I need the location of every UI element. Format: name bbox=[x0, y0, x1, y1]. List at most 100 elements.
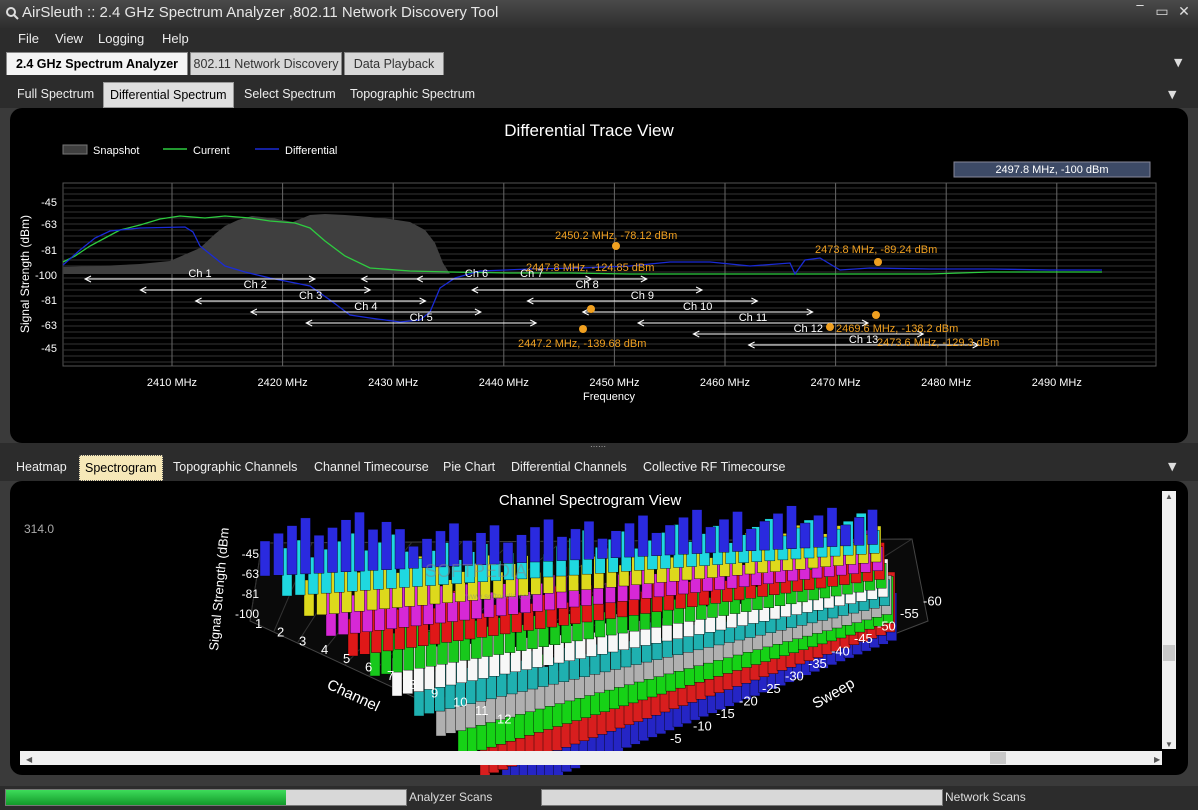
network-scans-label: Network Scans bbox=[945, 790, 1026, 804]
legend-differential: Differential bbox=[285, 145, 337, 157]
channel-tick-label: 4 bbox=[321, 642, 328, 657]
tab-spectrum-analyzer[interactable]: 2.4 GHz Spectrum Analyzer bbox=[6, 52, 188, 75]
channel-label: Ch 13 bbox=[849, 334, 878, 346]
sweep-tick-label: -55 bbox=[900, 606, 919, 621]
spectrogram-bar bbox=[543, 643, 554, 666]
channel-tick-label: 5 bbox=[343, 651, 350, 666]
spectrogram-sweep-axis-label: Sweep bbox=[810, 675, 858, 713]
tab-collective-rf-timecourse[interactable]: Collective RF Timecourse bbox=[638, 455, 790, 479]
x-tick-label: 2440 MHz bbox=[479, 377, 529, 389]
y-tick-label: -45 bbox=[41, 197, 57, 209]
spectrogram-bar bbox=[574, 675, 585, 699]
scroll-down-icon[interactable]: ▼ bbox=[1165, 740, 1173, 749]
maximize-button[interactable]: ▭ bbox=[1152, 4, 1172, 20]
channel-tick-label: 11 bbox=[475, 703, 489, 718]
tab-network-discovery[interactable]: 802.11 Network Discovery bbox=[190, 52, 342, 75]
tab-differential-channels[interactable]: Differential Channels bbox=[506, 455, 632, 479]
y-tick-label: -45 bbox=[41, 343, 57, 355]
marker-label: 2447.8 MHz, -124.85 dBm bbox=[526, 262, 654, 274]
spectrogram-value: 314.0 bbox=[24, 522, 54, 536]
scroll-left-icon[interactable]: ◀ bbox=[26, 755, 33, 764]
vertical-scrollbar-thumb[interactable] bbox=[1163, 645, 1175, 661]
trace-y-axis-label: Signal Strength (dBm) bbox=[18, 215, 32, 333]
spectrogram-channel-axis-label: Channel bbox=[324, 676, 382, 715]
spectrogram-bar bbox=[475, 532, 487, 565]
scroll-up-icon[interactable]: ▲ bbox=[1165, 492, 1173, 501]
spectrogram-bar bbox=[772, 513, 784, 550]
sweep-tick-label: -45 bbox=[854, 631, 873, 646]
scroll-right-icon[interactable]: ▶ bbox=[1154, 755, 1161, 764]
marker-label: 2450.2 MHz, -78.12 dBm bbox=[555, 230, 677, 242]
horizontal-scrollbar-thumb[interactable] bbox=[990, 752, 1006, 764]
sweep-tick-label: -20 bbox=[739, 694, 758, 709]
marker-label: 2473.6 MHz, -129.3 dBm bbox=[877, 337, 999, 349]
chevron-down-icon[interactable]: ▼ bbox=[1168, 460, 1176, 473]
channel-label: Ch 10 bbox=[683, 301, 712, 313]
menu-file[interactable]: File bbox=[18, 31, 39, 46]
marker-label: 2447.2 MHz, -139.68 dBm bbox=[518, 338, 646, 350]
spectrogram-bar bbox=[367, 529, 379, 571]
spectrogram-bar bbox=[583, 521, 595, 560]
tab-spectrogram[interactable]: Spectrogram bbox=[79, 455, 163, 481]
spectrogram-bar bbox=[273, 533, 284, 576]
spectrogram-bar bbox=[394, 528, 406, 570]
channel-tick-label: 6 bbox=[365, 660, 372, 675]
legend-snapshot: Snapshot bbox=[93, 145, 139, 157]
trace-x-axis-label: Frequency bbox=[583, 391, 635, 403]
spectrogram-bar bbox=[300, 517, 311, 575]
sweep-tick-label: -40 bbox=[831, 644, 850, 659]
sweep-tick-label: -25 bbox=[762, 681, 781, 696]
x-tick-label: 2420 MHz bbox=[258, 377, 308, 389]
sweep-tick-label: -15 bbox=[716, 706, 735, 721]
spectrogram-z-axis-label: Signal Strength (dBm bbox=[206, 527, 232, 651]
spectrogram-bar bbox=[718, 519, 730, 553]
x-tick-label: 2470 MHz bbox=[811, 377, 861, 389]
minimize-button[interactable]: ‾ bbox=[1130, 4, 1150, 20]
tab-topographic-channels[interactable]: Topographic Channels bbox=[168, 455, 302, 479]
menu-logging[interactable]: Logging bbox=[98, 31, 144, 46]
spectrogram-bar bbox=[313, 535, 325, 574]
channel-label: Ch 12 bbox=[794, 323, 823, 335]
y-tick-label: -81 bbox=[41, 295, 57, 307]
vertical-scrollbar[interactable] bbox=[1162, 491, 1176, 749]
spectrogram-bar bbox=[597, 538, 608, 559]
tab-heatmap[interactable]: Heatmap bbox=[11, 455, 72, 479]
tab-full-spectrum[interactable]: Full Spectrum bbox=[11, 82, 100, 106]
chevron-down-icon[interactable]: ▼ bbox=[1174, 56, 1182, 69]
spectrogram-bar bbox=[511, 611, 522, 633]
tab-pie-chart[interactable]: Pie Chart bbox=[438, 455, 500, 479]
sweep-tick-label: -30 bbox=[785, 669, 804, 684]
chevron-down-icon[interactable]: ▼ bbox=[1168, 88, 1176, 101]
marker-point[interactable] bbox=[826, 323, 834, 331]
y-tick-label: -81 bbox=[41, 245, 57, 257]
channel-label: Ch 9 bbox=[631, 290, 654, 302]
differential-trace-chart[interactable]: Differential Trace View Snapshot Current… bbox=[10, 108, 1188, 443]
marker-point[interactable] bbox=[874, 258, 882, 266]
marker-point[interactable] bbox=[587, 305, 595, 313]
spectrogram-bar bbox=[813, 515, 824, 548]
marker-point[interactable] bbox=[872, 311, 880, 319]
close-button[interactable]: ✕ bbox=[1174, 4, 1194, 20]
marker-point[interactable] bbox=[579, 325, 587, 333]
channel-spectrogram-chart[interactable]: Channel Spectrogram View 314.0 SOFTPEDIA… bbox=[10, 481, 1188, 775]
spectrogram-bar bbox=[381, 521, 392, 570]
snapshot-legend-swatch bbox=[62, 144, 88, 155]
marker-point[interactable] bbox=[612, 242, 620, 250]
tab-differential-spectrum[interactable]: Differential Spectrum bbox=[103, 82, 234, 108]
analyzer-progress-bar bbox=[5, 789, 407, 806]
z-tick-label: -45 bbox=[242, 547, 260, 561]
tab-topographic-spectrum[interactable]: Topographic Spectrum bbox=[344, 82, 481, 106]
tab-select-spectrum[interactable]: Select Spectrum bbox=[238, 82, 342, 106]
grip-icon[interactable]: ⋯⋯ bbox=[590, 443, 606, 451]
network-progress-bar bbox=[541, 789, 943, 806]
tab-data-playback[interactable]: Data Playback bbox=[344, 52, 444, 75]
menu-help[interactable]: Help bbox=[162, 31, 189, 46]
tab-channel-timecourse[interactable]: Channel Timecourse bbox=[309, 455, 434, 479]
y-tick-label: -63 bbox=[41, 219, 57, 231]
spectrogram-bar bbox=[651, 532, 662, 556]
menu-view[interactable]: View bbox=[55, 31, 83, 46]
x-tick-label: 2450 MHz bbox=[589, 377, 639, 389]
z-tick-label: -81 bbox=[242, 587, 260, 601]
spectrogram-bar bbox=[678, 517, 689, 555]
cursor-readout: 2497.8 MHz, -100 dBm bbox=[995, 164, 1108, 176]
